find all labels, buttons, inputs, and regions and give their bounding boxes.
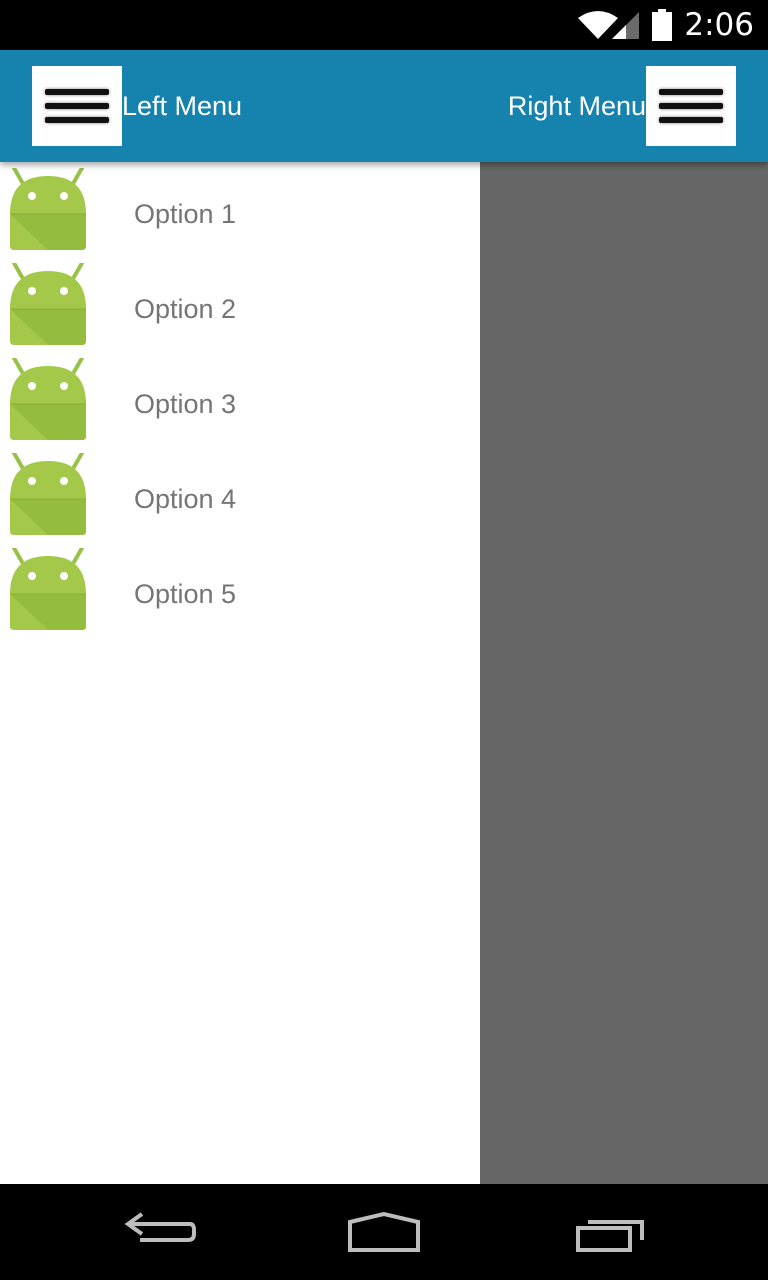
android-robot-icon xyxy=(8,451,88,537)
drawer-item-option-5[interactable]: Option 5 xyxy=(0,542,480,637)
clock: 2:06 xyxy=(684,7,754,43)
drawer-scrim[interactable] xyxy=(480,162,768,1184)
hamburger-icon xyxy=(659,81,723,131)
back-button[interactable] xyxy=(110,1200,210,1264)
drawer-item-label: Option 4 xyxy=(134,484,237,514)
drawer-item-label: Option 5 xyxy=(134,579,237,609)
drawer-item-option-1[interactable]: Option 1 xyxy=(0,162,480,257)
app-bar: Left Menu Right Menu xyxy=(0,50,768,162)
back-icon xyxy=(110,1200,210,1264)
drawer-item-label: Option 3 xyxy=(134,389,237,419)
right-menu-title: Right Menu xyxy=(507,91,646,121)
recents-button[interactable] xyxy=(560,1200,660,1264)
android-robot-icon xyxy=(8,166,88,252)
right-menu-button[interactable] xyxy=(646,66,736,146)
android-robot-icon xyxy=(8,546,88,632)
drawer-item-option-3[interactable]: Option 3 xyxy=(0,352,480,447)
drawer-item-option-4[interactable]: Option 4 xyxy=(0,447,480,542)
drawer-item-option-2[interactable]: Option 2 xyxy=(0,257,480,352)
hamburger-icon xyxy=(45,81,109,131)
drawer-item-label: Option 1 xyxy=(134,199,237,229)
left-drawer: Option 1 Option 2 Option 3 Option 4 Opti… xyxy=(0,162,480,1184)
home-button[interactable] xyxy=(334,1200,434,1264)
status-icons: 2:06 xyxy=(578,0,754,50)
home-icon xyxy=(334,1200,434,1264)
recents-icon xyxy=(560,1200,660,1264)
left-menu-title: Left Menu xyxy=(122,91,243,121)
navigation-bar xyxy=(0,1184,768,1280)
signal-icon xyxy=(612,10,640,40)
left-menu-button[interactable] xyxy=(32,66,122,146)
drawer-item-label: Option 2 xyxy=(134,294,237,324)
status-bar: 2:06 xyxy=(0,0,768,50)
android-robot-icon xyxy=(8,261,88,347)
android-robot-icon xyxy=(8,356,88,442)
battery-icon xyxy=(652,9,673,41)
